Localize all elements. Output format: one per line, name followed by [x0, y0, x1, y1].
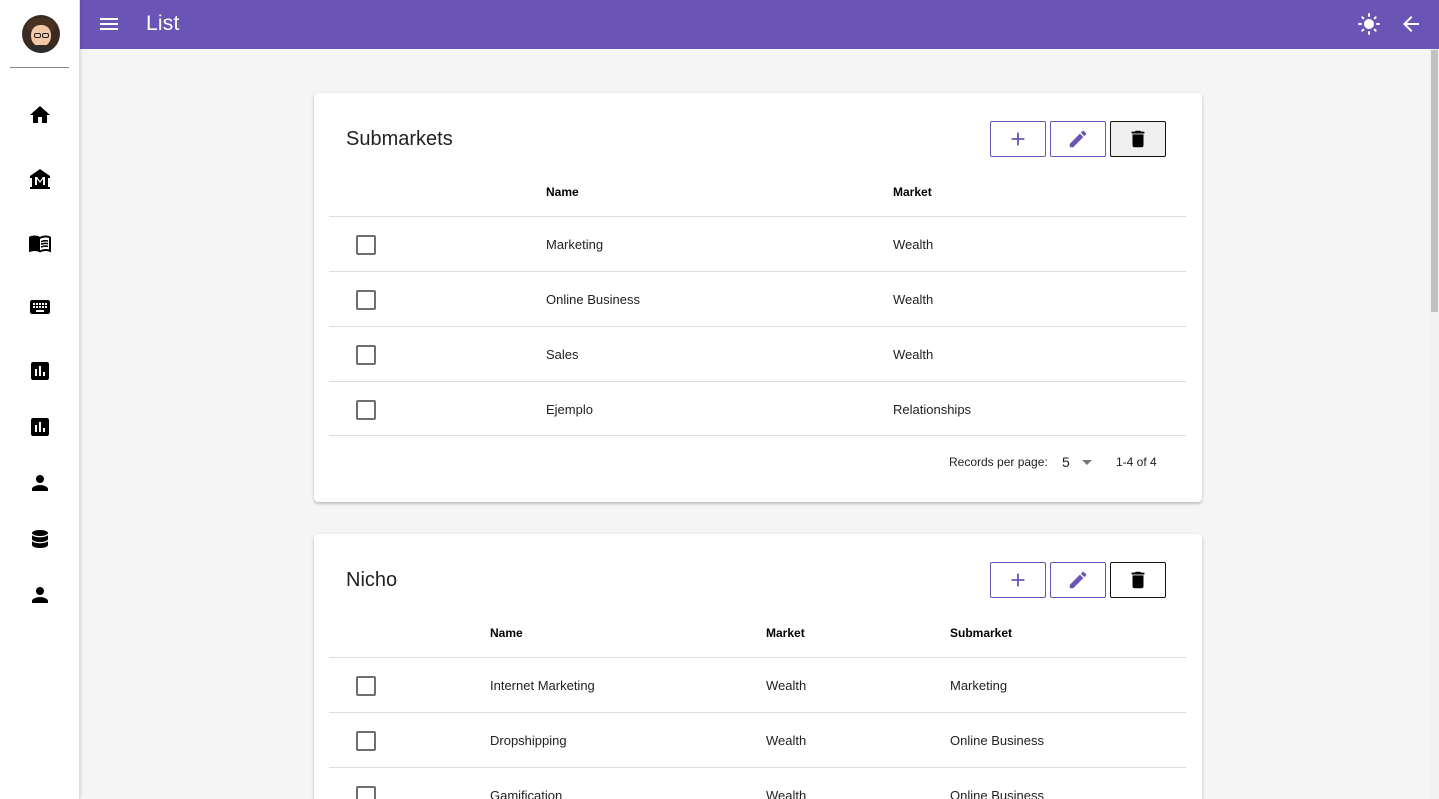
nicho-card: Nicho Name Market Submarket Internet Mar… [314, 534, 1202, 799]
row-checkbox[interactable] [356, 400, 376, 420]
table-row[interactable]: Marketing Wealth [329, 216, 1186, 271]
pencil-icon [1069, 130, 1087, 148]
column-header-market[interactable]: Market [893, 185, 932, 199]
bar-chart-icon [31, 418, 49, 436]
add-button[interactable] [990, 562, 1046, 598]
column-header-name[interactable]: Name [490, 626, 523, 640]
table-row[interactable]: Sales Wealth [329, 326, 1186, 381]
column-header-submarket[interactable]: Submarket [950, 626, 1012, 640]
theme-toggle-button[interactable] [1357, 12, 1381, 36]
table-row[interactable]: Internet Marketing Wealth Marketing [329, 657, 1186, 712]
sidebar-item-stats-2[interactable] [24, 411, 56, 443]
card-title: Submarkets [346, 128, 453, 150]
column-header-market[interactable]: Market [766, 626, 805, 640]
sidebar-item-markets[interactable] [24, 163, 56, 195]
cell-name: Gamification [490, 788, 563, 799]
cell-market: Relationships [893, 402, 972, 417]
pencil-icon [1069, 571, 1087, 589]
brightness-icon [1358, 13, 1380, 35]
keyboard-icon [30, 300, 50, 314]
trash-icon [1131, 130, 1145, 148]
sidebar-item-database[interactable] [24, 523, 56, 555]
records-per-page-label: Records per page: [949, 455, 1048, 469]
sidebar [0, 0, 80, 799]
cell-submarket: Online Business [950, 788, 1044, 799]
card-title: Nicho [346, 569, 398, 591]
top-app-bar: List [80, 0, 1439, 49]
person-icon [32, 475, 48, 491]
cell-market: Wealth [893, 347, 934, 362]
sidebar-item-keyboard[interactable] [24, 291, 56, 323]
delete-button[interactable] [1110, 562, 1166, 598]
sidebar-item-user-1[interactable] [24, 467, 56, 499]
row-checkbox[interactable] [356, 290, 376, 310]
menu-button[interactable] [96, 12, 122, 36]
cell-name: Online Business [546, 292, 640, 307]
records-per-page-select[interactable]: 5 [1062, 454, 1070, 470]
edit-button[interactable] [1050, 562, 1106, 598]
caret-down-icon[interactable] [1082, 460, 1092, 465]
table-row[interactable]: Gamification Wealth Online Business [329, 767, 1186, 799]
avatar[interactable] [22, 15, 60, 53]
plus-icon [1011, 573, 1025, 587]
database-icon [32, 530, 48, 548]
menu-icon [100, 18, 118, 30]
row-checkbox[interactable] [356, 786, 376, 799]
delete-button[interactable] [1110, 121, 1166, 157]
edit-button[interactable] [1050, 121, 1106, 157]
pagination-range: 1-4 of 4 [1116, 455, 1157, 469]
museum-icon [30, 169, 50, 189]
table-row[interactable]: Online Business Wealth [329, 271, 1186, 326]
cell-name: Internet Marketing [490, 678, 595, 693]
home-icon [30, 106, 50, 123]
cell-name: Dropshipping [490, 733, 567, 748]
sidebar-item-stats-1[interactable] [24, 355, 56, 387]
plus-icon [1011, 132, 1025, 146]
add-button[interactable] [990, 121, 1046, 157]
cell-market: Wealth [766, 788, 807, 799]
cell-name: Marketing [546, 237, 604, 252]
row-checkbox[interactable] [356, 676, 376, 696]
menu-book-icon [29, 235, 51, 253]
sidebar-divider [10, 67, 69, 68]
table-row[interactable]: Dropshipping Wealth Online Business [329, 712, 1186, 767]
row-checkbox[interactable] [356, 731, 376, 751]
sidebar-item-user-2[interactable] [24, 579, 56, 611]
page-title: List [146, 12, 180, 35]
cell-market: Wealth [893, 292, 934, 307]
row-checkbox[interactable] [356, 235, 376, 255]
cell-market: Wealth [766, 678, 807, 693]
column-header-name[interactable]: Name [546, 185, 579, 199]
cell-market: Wealth [766, 733, 807, 748]
cell-market: Wealth [893, 237, 934, 252]
table-row[interactable]: Ejemplo Relationships [329, 381, 1186, 436]
arrow-back-icon [1403, 16, 1419, 32]
person-icon [32, 587, 48, 603]
bar-chart-icon [31, 362, 49, 380]
cell-submarket: Online Business [950, 733, 1044, 748]
trash-icon [1131, 571, 1145, 589]
cell-name: Sales [546, 347, 579, 362]
row-checkbox[interactable] [356, 345, 376, 365]
scrollbar-thumb[interactable] [1431, 50, 1438, 312]
submarkets-card: Submarkets Name Market Marketing Wealth … [314, 93, 1202, 502]
sidebar-item-book[interactable] [24, 227, 56, 259]
back-button[interactable] [1399, 12, 1423, 36]
cell-submarket: Marketing [950, 678, 1008, 693]
sidebar-item-home[interactable] [24, 99, 56, 131]
cell-name: Ejemplo [546, 402, 593, 417]
